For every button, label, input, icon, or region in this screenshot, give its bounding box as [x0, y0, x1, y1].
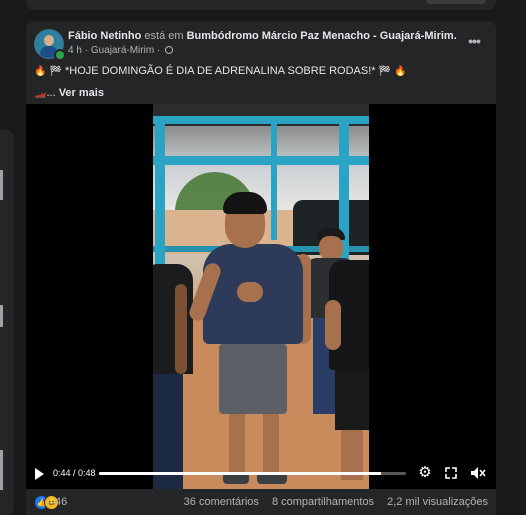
fire-emoji: 🔥: [34, 66, 47, 77]
left-sidebar-edge: [0, 130, 14, 515]
person-pointing-hand: [237, 282, 263, 302]
previous-post-card: [26, 0, 496, 10]
avatar-face: [44, 35, 54, 46]
post-body: 🔥 🏁 *HOJE DOMINGÃO É DIA DE ADRENALINA S…: [34, 64, 488, 101]
race-car-emoji: 🏎️: [34, 88, 47, 99]
current-time: 0:44: [53, 468, 71, 478]
see-more-link[interactable]: Ver mais: [59, 87, 104, 99]
person-body: [153, 264, 193, 374]
online-status-dot: [54, 49, 66, 61]
post-footer: 👍 😆 46 36 comentários 8 compartilhamento…: [26, 489, 496, 515]
person-arm: [325, 300, 341, 350]
shares-count[interactable]: 8 compartilhamentos: [272, 496, 374, 508]
post-card: Fábio Netinho está em Bumbódromo Márcio …: [26, 21, 496, 515]
person-shorts: [335, 370, 369, 430]
video-progress-bar[interactable]: [99, 472, 406, 475]
sidebar-marker: [0, 170, 3, 200]
video-duration: 0:48: [78, 468, 96, 478]
post-text: *HOJE DOMINGÃO É DIA DE ADRENALINA SOBRE…: [65, 65, 376, 77]
checkered-flag-emoji: 🏁: [378, 66, 392, 77]
person-shorts: [219, 344, 287, 414]
post-time[interactable]: 4 h: [68, 45, 82, 56]
video-controls: 0:44 / 0:48 ⚙: [26, 459, 496, 489]
feed-page: Fábio Netinho está em Bumbódromo Márcio …: [0, 0, 526, 515]
checkered-flag-emoji: 🏁: [49, 66, 62, 77]
post-location[interactable]: Guajará-Mirim: [91, 45, 154, 56]
video-person-right: [325, 260, 369, 489]
sidebar-marker: [0, 305, 3, 327]
person-head: [319, 236, 343, 260]
play-icon[interactable]: [35, 468, 44, 480]
gear-icon[interactable]: ⚙: [418, 465, 432, 480]
meta-separator: ·: [84, 45, 89, 56]
video-blue-bar: [153, 156, 369, 165]
post-meta: 4 h · Guajará-Mirim ·: [68, 44, 174, 57]
video-time: 0:44 / 0:48: [53, 467, 96, 479]
video-player[interactable]: 0:44 / 0:48 ⚙: [26, 104, 496, 489]
video-person-left: [153, 264, 193, 489]
ellipsis: ...: [46, 87, 56, 99]
meta-separator: ·: [156, 45, 161, 56]
author-name[interactable]: Fábio Netinho: [68, 30, 141, 42]
video-progress-fill: [99, 472, 381, 475]
views-count: 2,2 mil visualizações: [387, 496, 488, 508]
person-arm: [175, 284, 187, 374]
comments-count[interactable]: 36 comentários: [184, 496, 259, 508]
video-blue-bar: [153, 116, 369, 124]
previous-post-button[interactable]: [426, 0, 486, 4]
expand-icon[interactable]: [445, 467, 457, 479]
post-text-line-2: 🏎️... Ver mais: [34, 86, 488, 101]
fire-emoji: 🔥: [394, 66, 407, 77]
volume-icon[interactable]: [470, 466, 486, 480]
post-header: Fábio Netinho está em Bumbódromo Márcio …: [34, 29, 488, 61]
post-text-line: 🔥 🏁 *HOJE DOMINGÃO É DIA DE ADRENALINA S…: [34, 64, 488, 79]
sidebar-marker: [0, 450, 3, 490]
video-frame[interactable]: [153, 104, 369, 489]
video-main-person: [187, 192, 317, 489]
person-hair: [223, 192, 267, 214]
time-separator: /: [70, 468, 79, 478]
post-stats: 36 comentários 8 compartilhamentos 2,2 m…: [174, 495, 488, 509]
post-title-line: Fábio Netinho está em Bumbódromo Márcio …: [68, 29, 457, 43]
globe-icon: [165, 46, 174, 54]
reaction-count[interactable]: 46: [55, 495, 67, 509]
check-in-place[interactable]: Bumbódromo Márcio Paz Menacho - Guajará-…: [187, 30, 457, 42]
check-in-text: está em: [144, 30, 184, 42]
more-options-icon[interactable]: •••: [464, 34, 484, 51]
